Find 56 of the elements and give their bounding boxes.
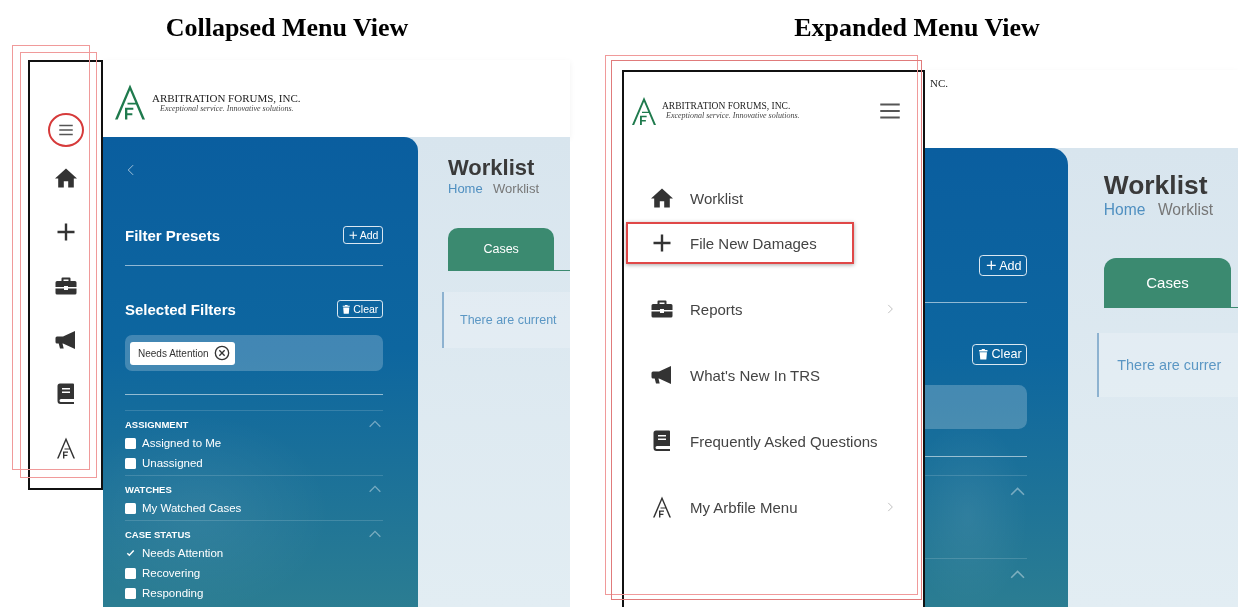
logo-tagline: Exceptional service. Innovative solutions. [159, 103, 295, 113]
figure-caption: Collapsed Menu View [164, 12, 410, 44]
menu-button[interactable] [47, 113, 84, 147]
option-label: Unassigned [142, 457, 203, 469]
option-label: Needs Attention [142, 547, 224, 559]
page-title: Worklist [448, 155, 536, 182]
option-label: My Watched Cases [142, 502, 242, 514]
info-message: There are currer [1096, 332, 1238, 398]
option-label: Recovering [142, 567, 201, 579]
menu-item[interactable]: My Arbfile Menu [626, 486, 921, 528]
figure-caption: Expanded Menu View [793, 12, 1041, 44]
menu-item[interactable]: File New Damages [626, 222, 854, 264]
option-label: Responding [142, 587, 204, 599]
plus-icon [347, 229, 359, 241]
megaphone-icon[interactable] [53, 328, 78, 352]
logo-tagline: Exceptional service. Innovative solutions. [665, 111, 800, 120]
menu-item[interactable]: Worklist [626, 177, 781, 219]
checkbox[interactable] [125, 587, 136, 599]
logo-icon [650, 495, 674, 519]
info-message: There are current [441, 291, 570, 349]
section-heading: Selected Filters [125, 300, 236, 318]
logo-title: ARBITRATION FORUMS, INC. [662, 101, 792, 111]
trash-icon [977, 347, 990, 361]
plus-icon [984, 259, 998, 272]
add-button[interactable]: Add [342, 225, 383, 245]
checkbox[interactable] [125, 502, 136, 514]
trash-icon [341, 303, 352, 315]
section-title: WATCHES [125, 483, 172, 495]
checkbox[interactable] [125, 547, 136, 559]
page-title: Worklist [1103, 169, 1209, 202]
home-icon[interactable] [53, 166, 78, 190]
checkbox[interactable] [125, 437, 136, 449]
menu-item[interactable]: Reports [626, 288, 921, 330]
tab[interactable]: Cases [448, 228, 555, 270]
logo-title: ARBITRATION FORUMS, INC. [152, 91, 301, 104]
close-icon[interactable] [213, 345, 230, 361]
clear-button[interactable]: Clear [971, 343, 1027, 365]
logo-title: NC. [930, 77, 949, 89]
filter-field[interactable] [925, 385, 1027, 429]
section-title: CASE STATUS [125, 528, 191, 540]
breadcrumb-current: Worklist [1157, 201, 1214, 220]
section-heading: Filter Presets [125, 226, 221, 244]
menu-item[interactable]: What's New In TRS [626, 354, 858, 396]
filter-field[interactable]: Needs Attention [125, 335, 383, 371]
megaphone-icon [650, 363, 674, 387]
option-label: Assigned to Me [142, 437, 222, 449]
chip-label: Needs Attention [138, 347, 209, 359]
checkbox[interactable] [125, 567, 136, 579]
breadcrumb-current: Worklist [493, 181, 540, 197]
menu-item[interactable]: Frequently Asked Questions [626, 420, 915, 462]
tab[interactable]: Cases [1103, 257, 1232, 308]
home-icon [650, 186, 674, 210]
add-button[interactable]: Add [979, 255, 1027, 277]
section-title: ASSIGNMENT [125, 418, 189, 430]
clear-button[interactable]: Clear [336, 299, 383, 319]
checkbox[interactable] [125, 457, 136, 469]
